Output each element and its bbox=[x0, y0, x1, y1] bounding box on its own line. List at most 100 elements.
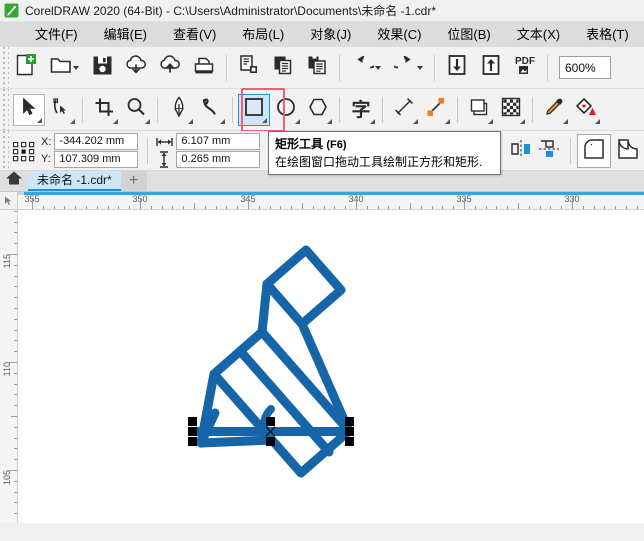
connector-tool[interactable] bbox=[420, 94, 452, 126]
pencil-illustration[interactable] bbox=[19, 211, 644, 523]
polygon-tool[interactable] bbox=[302, 94, 334, 126]
flyout-indicator-icon[interactable] bbox=[445, 118, 450, 124]
y-position-input[interactable]: 107.309 mm bbox=[54, 150, 139, 168]
width-input[interactable]: 6.107 mm bbox=[176, 132, 261, 150]
corner-round-button[interactable] bbox=[577, 134, 611, 168]
toolbox-drag-handle[interactable] bbox=[0, 89, 9, 130]
freehand-tool[interactable] bbox=[163, 94, 195, 126]
flyout-indicator-icon[interactable] bbox=[262, 117, 267, 123]
chevron-down-icon[interactable] bbox=[72, 65, 79, 70]
flyout-indicator-icon[interactable] bbox=[188, 118, 193, 124]
rectangle-tool[interactable] bbox=[238, 93, 270, 126]
horizontal-ruler[interactable]: 355 350 345 340 335 330 bbox=[0, 192, 644, 210]
selection-handle-top-center[interactable] bbox=[266, 417, 275, 426]
selection-handle-top-right[interactable] bbox=[345, 417, 354, 426]
object-origin-grid-icon[interactable] bbox=[9, 137, 39, 165]
import-button[interactable] bbox=[119, 51, 153, 85]
toolbar-drag-handle[interactable] bbox=[0, 47, 9, 88]
copy-button[interactable] bbox=[266, 51, 300, 85]
selection-handle-middle-right[interactable] bbox=[345, 427, 354, 436]
document-tab[interactable]: 未命名 -1.cdr* bbox=[28, 170, 121, 191]
menu-bitmaps[interactable]: 位图(B) bbox=[434, 22, 503, 47]
selection-center-x-marker bbox=[265, 426, 276, 437]
chevron-down-icon[interactable] bbox=[374, 65, 381, 70]
flyout-indicator-icon[interactable] bbox=[488, 118, 493, 124]
drawing-canvas[interactable] bbox=[19, 211, 644, 523]
selection-handle-middle-left[interactable] bbox=[188, 427, 197, 436]
home-icon bbox=[5, 170, 23, 191]
menu-table[interactable]: 表格(T) bbox=[573, 22, 642, 47]
mirror-vertical-button[interactable] bbox=[534, 135, 564, 167]
interactive-fill-tool[interactable] bbox=[570, 94, 602, 126]
flyout-indicator-icon[interactable] bbox=[220, 118, 225, 124]
flyout-indicator-icon[interactable] bbox=[520, 118, 525, 124]
pick-tool[interactable] bbox=[13, 93, 45, 126]
selection-handle-bottom-left[interactable] bbox=[188, 437, 197, 446]
flyout-indicator-icon[interactable] bbox=[563, 118, 568, 124]
zoom-tool[interactable] bbox=[120, 94, 152, 126]
open-document-button[interactable] bbox=[43, 51, 85, 85]
x-position-input[interactable]: -344.202 mm bbox=[54, 132, 139, 150]
menu-view[interactable]: 查看(V) bbox=[160, 22, 229, 47]
menu-text[interactable]: 文本(X) bbox=[504, 22, 573, 47]
parallel-dimension-tool[interactable] bbox=[388, 94, 420, 126]
redo-button[interactable] bbox=[387, 51, 429, 85]
flyout-indicator-icon[interactable] bbox=[595, 118, 600, 124]
flyout-indicator-icon[interactable] bbox=[295, 118, 300, 124]
flyout-indicator-icon[interactable] bbox=[327, 118, 332, 124]
undo-button[interactable] bbox=[345, 51, 387, 85]
crop-tool[interactable] bbox=[88, 94, 120, 126]
ruler-tick-label: 115 bbox=[2, 254, 12, 269]
toolbar-separator bbox=[226, 54, 227, 81]
new-document-button[interactable] bbox=[9, 51, 43, 85]
cloud-upload-icon bbox=[158, 55, 182, 80]
text-tool[interactable]: 字 bbox=[345, 94, 377, 126]
flyout-indicator-icon[interactable] bbox=[113, 118, 118, 124]
menu-effects[interactable]: 效果(C) bbox=[364, 22, 434, 47]
menu-edit[interactable]: 编辑(E) bbox=[91, 22, 160, 47]
mirror-horizontal-button[interactable] bbox=[508, 135, 534, 167]
import-down-button[interactable] bbox=[440, 51, 474, 85]
chevron-down-icon[interactable] bbox=[416, 65, 423, 70]
flyout-indicator-icon[interactable] bbox=[413, 118, 418, 124]
flyout-indicator-icon[interactable] bbox=[370, 118, 375, 124]
ellipse-tool[interactable] bbox=[270, 94, 302, 126]
height-input[interactable]: 0.265 mm bbox=[176, 150, 261, 168]
property-separator bbox=[147, 137, 149, 164]
print-button[interactable] bbox=[187, 51, 221, 85]
transparency-tool[interactable] bbox=[495, 94, 527, 126]
corner-scallop-button[interactable] bbox=[611, 134, 644, 168]
color-eyedropper-tool[interactable] bbox=[538, 94, 570, 126]
shape-tool[interactable] bbox=[45, 94, 77, 126]
copy-icon bbox=[272, 54, 294, 81]
flyout-indicator-icon[interactable] bbox=[70, 118, 75, 124]
publish-pdf-button[interactable]: PDF bbox=[508, 51, 542, 85]
cut-button[interactable] bbox=[232, 51, 266, 85]
menu-object[interactable]: 对象(J) bbox=[297, 22, 364, 47]
export-up-button[interactable] bbox=[474, 51, 508, 85]
printer-icon bbox=[193, 55, 215, 81]
menu-layout[interactable]: 布局(L) bbox=[229, 22, 297, 47]
save-button[interactable] bbox=[85, 51, 119, 85]
zoom-level-input[interactable]: 600% bbox=[559, 56, 611, 79]
checkerboard-transparency-icon bbox=[501, 97, 521, 122]
home-tab-button[interactable] bbox=[0, 170, 28, 191]
vertical-ruler[interactable]: 115 110 105 bbox=[0, 192, 18, 523]
selection-handle-bottom-right[interactable] bbox=[345, 437, 354, 446]
flyout-indicator-icon[interactable] bbox=[145, 118, 150, 124]
paste-button[interactable] bbox=[300, 51, 334, 85]
ruler-origin-icon[interactable] bbox=[0, 192, 18, 210]
title-bar: CorelDRAW 2020 (64-Bit) - C:\Users\Admin… bbox=[0, 0, 644, 22]
drop-shadow-tool[interactable] bbox=[463, 94, 495, 126]
artistic-media-tool[interactable] bbox=[195, 94, 227, 126]
selection-handle-top-left[interactable] bbox=[188, 417, 197, 426]
menu-file[interactable]: 文件(F) bbox=[22, 22, 91, 47]
flyout-indicator-icon[interactable] bbox=[37, 117, 42, 123]
cloud-download-icon bbox=[124, 55, 148, 80]
new-document-tab-button[interactable]: + bbox=[120, 170, 147, 191]
property-bar-drag-handle[interactable] bbox=[0, 131, 9, 170]
coreldraw-window: CorelDRAW 2020 (64-Bit) - C:\Users\Admin… bbox=[0, 0, 644, 541]
export-button[interactable] bbox=[153, 51, 187, 85]
ruler-tick-label: 105 bbox=[2, 470, 12, 486]
selection-handle-bottom-center[interactable] bbox=[266, 437, 275, 446]
